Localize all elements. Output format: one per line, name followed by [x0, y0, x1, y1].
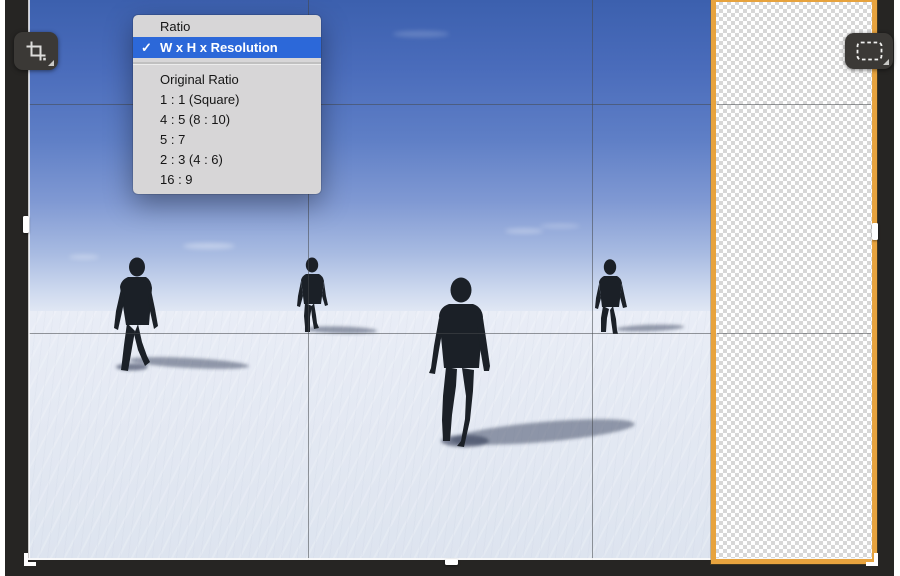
crop-grid-vertical-2	[592, 0, 593, 560]
ratio-menu-title: Ratio	[133, 15, 321, 37]
flyout-triangle-icon	[48, 60, 54, 66]
ratio-menu-item-original-ratio[interactable]: Original Ratio	[133, 70, 321, 90]
crop-grid-horizontal-1	[29, 104, 711, 105]
photo-figures	[29, 0, 711, 560]
flyout-triangle-icon	[883, 59, 889, 65]
walking-figure-1	[114, 258, 158, 372]
ratio-menu-selected-label: W x H x Resolution	[160, 37, 278, 58]
crop-tool-button[interactable]	[14, 32, 58, 70]
ratio-menu-item-2-3[interactable]: 2 : 3 (4 : 6)	[133, 150, 321, 170]
crop-grid-horizontal-2	[29, 333, 711, 334]
menu-separator	[133, 62, 321, 65]
screenshot-stage: Ratio ✓ W x H x Resolution Original Rati…	[0, 0, 900, 576]
selection-tool-button[interactable]	[845, 33, 893, 69]
crop-handle-bottom-left-corner[interactable]	[24, 553, 36, 566]
crop-handle-bottom-middle[interactable]	[445, 559, 458, 565]
photo-canvas[interactable]	[29, 0, 711, 560]
ratio-menu-item-1-1-square[interactable]: 1 : 1 (Square)	[133, 90, 321, 110]
extended-crop-border[interactable]	[711, 0, 877, 564]
crop-icon	[25, 40, 47, 62]
crop-handle-bottom-right-corner[interactable]	[866, 553, 878, 566]
crop-border-left[interactable]	[28, 0, 30, 560]
ratio-menu: Ratio ✓ W x H x Resolution Original Rati…	[133, 15, 321, 194]
ratio-menu-item-5-7[interactable]: 5 : 7	[133, 130, 321, 150]
crop-handle-left-middle[interactable]	[23, 216, 29, 233]
checkmark-icon: ✓	[133, 37, 160, 58]
ratio-menu-item-wxh-resolution[interactable]: ✓ W x H x Resolution	[133, 37, 321, 58]
walking-figure-3	[429, 278, 490, 448]
crop-handle-right-middle[interactable]	[872, 223, 878, 240]
ratio-menu-item-16-9[interactable]: 16 : 9	[133, 170, 321, 190]
walking-figure-4	[595, 259, 627, 334]
marquee-selection-icon	[856, 41, 883, 61]
figure-shadows	[116, 324, 684, 450]
walking-figure-2	[297, 258, 328, 333]
ratio-menu-item-4-5[interactable]: 4 : 5 (8 : 10)	[133, 110, 321, 130]
